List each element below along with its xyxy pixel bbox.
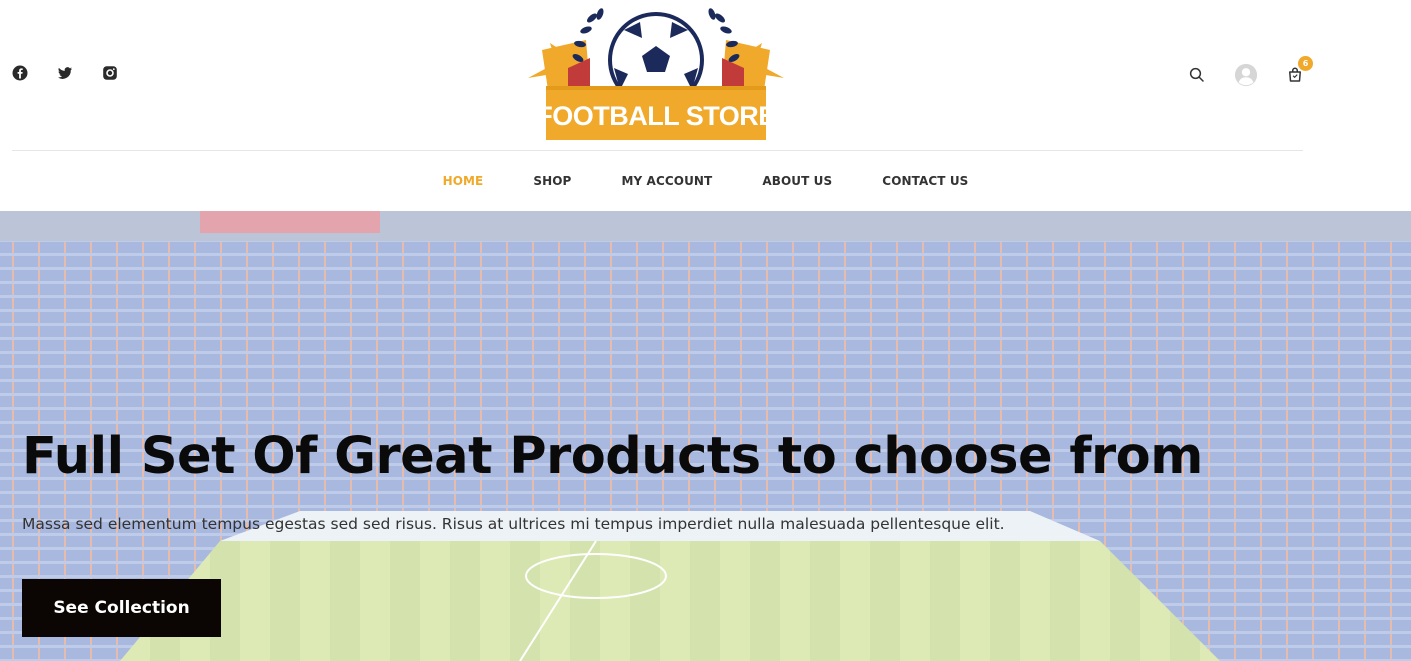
- nav-item-about-us[interactable]: ABOUT US: [762, 174, 832, 188]
- twitter-icon[interactable]: [56, 64, 74, 82]
- nav-item-my-account[interactable]: MY ACCOUNT: [621, 174, 712, 188]
- search-icon[interactable]: [1185, 63, 1209, 87]
- cart-count-badge: 6: [1298, 56, 1313, 71]
- main-nav: HOME SHOP MY ACCOUNT ABOUT US CONTACT US: [0, 174, 1411, 188]
- nav-item-home[interactable]: HOME: [443, 174, 484, 188]
- logo-text: ·FOOTBALL STORE·: [528, 101, 784, 131]
- hero-section: Full Set Of Great Products to choose fro…: [0, 211, 1411, 661]
- facebook-icon[interactable]: [11, 64, 29, 82]
- site-header: ·FOOTBALL STORE· 6 HOME SHOP MY ACCOUNT …: [0, 0, 1411, 211]
- instagram-icon[interactable]: [101, 64, 119, 82]
- hero-title: Full Set Of Great Products to choose fro…: [22, 427, 1203, 486]
- cart-button[interactable]: 6: [1283, 56, 1313, 87]
- site-logo[interactable]: ·FOOTBALL STORE·: [528, 8, 785, 141]
- hero-subtitle: Massa sed elementum tempus egestas sed s…: [22, 515, 1005, 533]
- nav-item-shop[interactable]: SHOP: [533, 174, 571, 188]
- header-actions: 6: [1185, 56, 1313, 88]
- social-links: [11, 64, 119, 82]
- see-collection-button[interactable]: See Collection: [22, 579, 221, 637]
- header-divider: [12, 150, 1303, 151]
- user-avatar-icon[interactable]: [1233, 62, 1259, 88]
- nav-item-contact-us[interactable]: CONTACT US: [882, 174, 968, 188]
